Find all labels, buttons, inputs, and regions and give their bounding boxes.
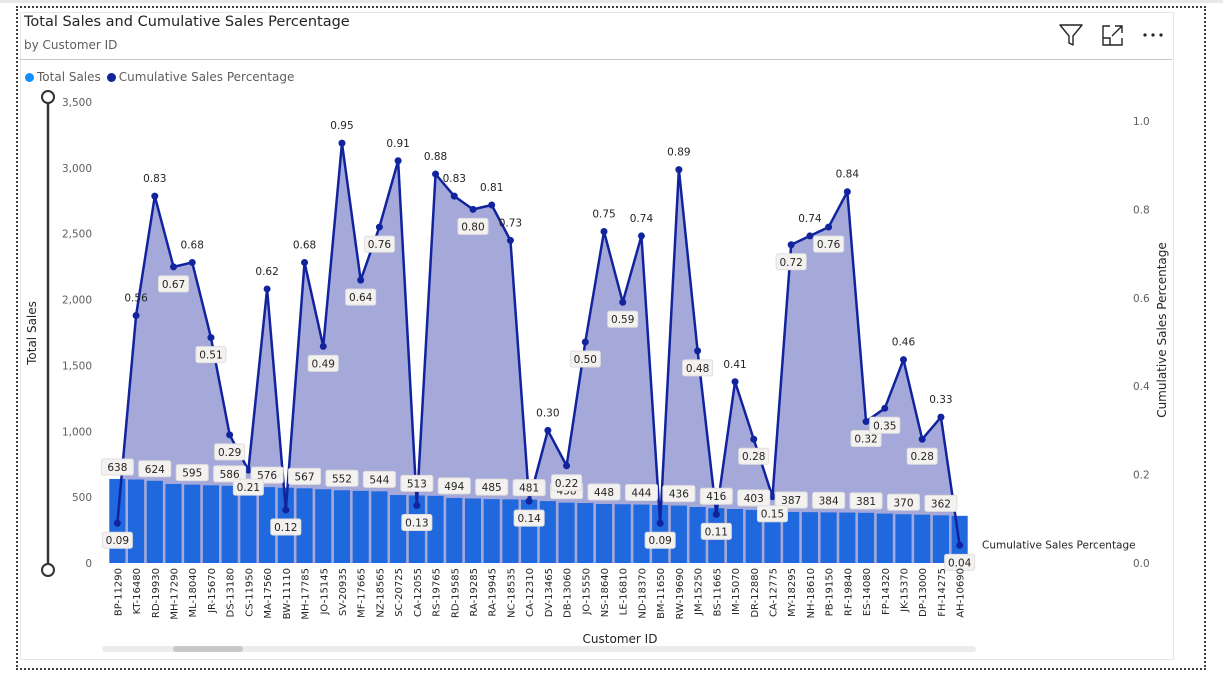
- legend-item-total-sales[interactable]: Total Sales: [25, 70, 101, 84]
- filter-icon[interactable]: [1058, 22, 1084, 48]
- legend-marker: [25, 72, 34, 82]
- window-top-border: [0, 0, 1223, 3]
- legend-label: Cumulative Sales Percentage: [118, 70, 295, 84]
- legend-item-cumulative[interactable]: Cumulative Sales Percentage: [106, 70, 295, 84]
- more-options-icon[interactable]: [1140, 22, 1166, 48]
- focus-mode-icon[interactable]: [1100, 22, 1126, 48]
- header-divider: [20, 59, 1172, 60]
- legend: Total Sales Cumulative Sales Percentage: [25, 70, 300, 84]
- chart-title: Total Sales and Cumulative Sales Percent…: [24, 14, 350, 30]
- chart-subtitle: by Customer ID: [24, 38, 118, 52]
- legend-label: Total Sales: [37, 70, 101, 84]
- legend-marker: [106, 72, 116, 82]
- visual-container[interactable]: [20, 12, 1174, 660]
